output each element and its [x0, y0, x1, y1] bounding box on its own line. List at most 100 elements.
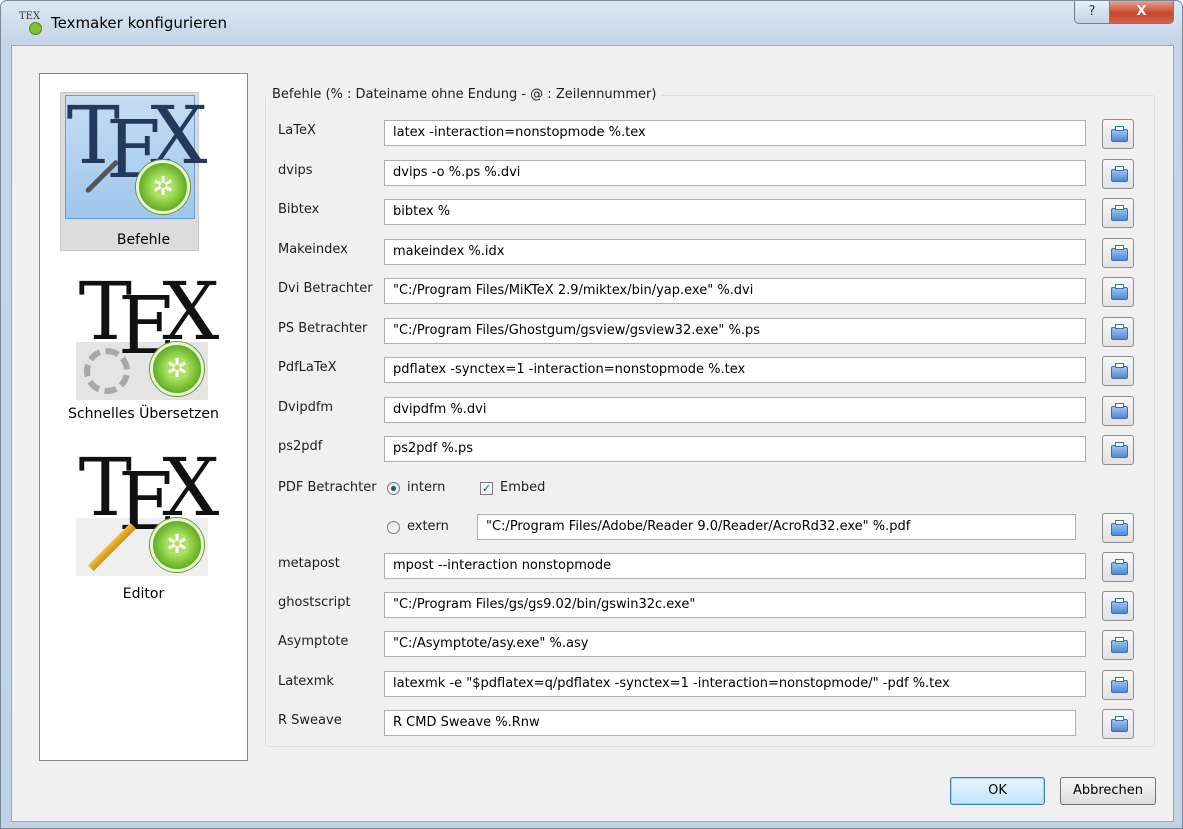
cancel-button[interactable]: Abbrechen — [1060, 777, 1156, 805]
ps2pdf-command-input[interactable]: ps2pdf %.ps — [384, 436, 1086, 462]
label-asymptote: Asymptote — [278, 634, 349, 649]
dvips-browse-button[interactable] — [1102, 159, 1134, 189]
row-pdf-viewer: PDF Betrachter intern ✓ Embed — [266, 477, 1154, 505]
tex-gears-icon: TEX ✲ — [76, 272, 219, 400]
open-folder-icon — [1111, 403, 1128, 419]
config-page-list[interactable]: TEX ✲ Befehle TEX ✲ Schnelles Übersetzen… — [39, 73, 248, 761]
open-folder-icon — [1111, 284, 1128, 300]
open-folder-icon — [1111, 166, 1128, 182]
open-folder-icon — [1111, 442, 1128, 458]
row-makeindex: Makeindex makeindex %.idx — [266, 238, 1154, 268]
pdf-viewer-intern-label[interactable]: intern — [407, 480, 445, 495]
open-folder-icon — [1111, 559, 1128, 575]
ps-viewer-browse-button[interactable] — [1102, 317, 1134, 347]
open-folder-icon — [1111, 637, 1128, 653]
asymptote-command-input[interactable]: "C:/Asymptote/asy.exe" %.asy — [384, 631, 1086, 657]
label-dvi-viewer: Dvi Betrachter — [278, 281, 373, 296]
tex-pencil-gear-icon: TEX ✲ — [76, 448, 219, 576]
row-dvipdfm: Dvipdfm dvipdfm %.dvi — [266, 396, 1154, 426]
dvipdfm-command-input[interactable]: dvipdfm %.dvi — [384, 397, 1086, 423]
label-ghostscript: ghostscript — [278, 595, 351, 610]
label-bibtex: Bibtex — [278, 202, 320, 217]
row-dvi-viewer: Dvi Betrachter "C:/Program Files/MiKTeX … — [266, 277, 1154, 307]
dialog-client-area: TEX ✲ Befehle TEX ✲ Schnelles Übersetzen… — [11, 45, 1174, 822]
close-button[interactable]: X — [1109, 1, 1174, 24]
ps2pdf-browse-button[interactable] — [1102, 435, 1134, 465]
pdflatex-browse-button[interactable] — [1102, 356, 1134, 386]
gear-icon: ✲ — [136, 160, 190, 214]
metapost-command-input[interactable]: mpost --interaction nonstopmode — [384, 553, 1086, 579]
page-item-editor[interactable]: TEX ✲ Editor — [40, 448, 247, 608]
label-metapost: metapost — [278, 556, 340, 571]
row-metapost: metapost mpost --interaction nonstopmode — [266, 552, 1154, 582]
open-folder-icon — [1111, 363, 1128, 379]
help-button[interactable]: ? — [1074, 1, 1110, 24]
dvi-viewer-command-input[interactable]: "C:/Program Files/MiKTeX 2.9/miktex/bin/… — [384, 278, 1086, 304]
pdf-viewer-intern-radio[interactable] — [387, 482, 400, 495]
row-pdflatex: PdfLaTeX pdflatex -synctex=1 -interactio… — [266, 356, 1154, 386]
dialog-window: TEX Texmaker konfigurieren ? X TEX ✲ Bef… — [0, 0, 1183, 829]
pdf-viewer-extern-input[interactable]: "C:/Program Files/Adobe/Reader 9.0/Reade… — [477, 514, 1076, 540]
row-ghostscript: ghostscript "C:/Program Files/gs/gs9.02/… — [266, 591, 1154, 621]
title-bar[interactable]: TEX Texmaker konfigurieren ? X — [1, 1, 1182, 45]
window-title: Texmaker konfigurieren — [51, 14, 228, 32]
pdf-viewer-embed-checkbox[interactable]: ✓ — [480, 482, 493, 495]
row-pdf-viewer-extern: extern "C:/Program Files/Adobe/Reader 9.… — [266, 513, 1154, 543]
makeindex-command-input[interactable]: makeindex %.idx — [384, 239, 1086, 265]
open-folder-icon — [1111, 324, 1128, 340]
label-dvipdfm: Dvipdfm — [278, 400, 334, 415]
row-latex: LaTeX latex -interaction=nonstopmode %.t… — [266, 119, 1154, 149]
ghostscript-browse-button[interactable] — [1102, 591, 1134, 621]
gear-icon: ✲ — [150, 518, 204, 572]
pdf-viewer-browse-button[interactable] — [1102, 513, 1134, 543]
row-asymptote: Asymptote "C:/Asymptote/asy.exe" %.asy — [266, 630, 1154, 660]
pdf-viewer-extern-radio[interactable] — [387, 521, 400, 534]
metapost-browse-button[interactable] — [1102, 552, 1134, 582]
bibtex-command-input[interactable]: bibtex % — [384, 199, 1086, 225]
label-dvips: dvips — [278, 163, 313, 178]
row-ps2pdf: ps2pdf ps2pdf %.ps — [266, 435, 1154, 465]
asymptote-browse-button[interactable] — [1102, 630, 1134, 660]
open-folder-icon — [1111, 520, 1128, 536]
label-rsweave: R Sweave — [278, 713, 342, 728]
texmaker-app-icon: TEX — [19, 12, 42, 35]
row-dvips: dvips dvips -o %.ps %.dvi — [266, 159, 1154, 189]
open-folder-icon — [1111, 126, 1128, 142]
ghostscript-command-input[interactable]: "C:/Program Files/gs/gs9.02/bin/gswin32c… — [384, 592, 1086, 618]
row-rsweave: R Sweave R CMD Sweave %.Rnw — [266, 709, 1154, 739]
row-ps-viewer: PS Betrachter "C:/Program Files/Ghostgum… — [266, 317, 1154, 347]
pdf-viewer-embed-label[interactable]: Embed — [500, 480, 545, 495]
pdf-viewer-extern-label[interactable]: extern — [407, 519, 449, 534]
open-folder-icon — [1111, 205, 1128, 221]
page-item-befehle[interactable]: TEX ✲ Befehle — [40, 92, 247, 252]
latexmk-command-input[interactable]: latexmk -e "$pdflatex=q/pdflatex -syncte… — [384, 671, 1086, 697]
dvips-command-input[interactable]: dvips -o %.ps %.dvi — [384, 160, 1086, 186]
label-latexmk: Latexmk — [278, 674, 334, 689]
label-makeindex: Makeindex — [278, 242, 348, 257]
label-ps2pdf: ps2pdf — [278, 439, 323, 454]
label-pdf-viewer: PDF Betrachter — [278, 480, 377, 495]
open-folder-icon — [1111, 716, 1128, 732]
makeindex-browse-button[interactable] — [1102, 238, 1134, 268]
open-folder-icon — [1111, 677, 1128, 693]
latex-browse-button[interactable] — [1102, 119, 1134, 149]
latex-command-input[interactable]: latex -interaction=nonstopmode %.tex — [384, 120, 1086, 146]
open-folder-icon — [1111, 245, 1128, 261]
ok-button[interactable]: OK — [950, 777, 1045, 805]
commands-group: Befehle (% : Dateiname ohne Endung - @ :… — [265, 87, 1155, 747]
ps-viewer-command-input[interactable]: "C:/Program Files/Ghostgum/gsview/gsview… — [384, 318, 1086, 344]
rsweave-command-input[interactable]: R CMD Sweave %.Rnw — [384, 710, 1076, 736]
dvipdfm-browse-button[interactable] — [1102, 396, 1134, 426]
latexmk-browse-button[interactable] — [1102, 670, 1134, 700]
rsweave-browse-button[interactable] — [1102, 709, 1134, 739]
label-ps-viewer: PS Betrachter — [278, 321, 368, 336]
group-title: Befehle (% : Dateiname ohne Endung - @ :… — [266, 87, 663, 102]
bibtex-browse-button[interactable] — [1102, 198, 1134, 228]
label-pdflatex: PdfLaTeX — [278, 360, 337, 375]
row-bibtex: Bibtex bibtex % — [266, 198, 1154, 228]
pdflatex-command-input[interactable]: pdflatex -synctex=1 -interaction=nonstop… — [384, 357, 1086, 383]
dvi-viewer-browse-button[interactable] — [1102, 277, 1134, 307]
gear-icon: ✲ — [150, 342, 204, 396]
label-latex: LaTeX — [278, 123, 316, 138]
page-item-schnelles-uebersetzen[interactable]: TEX ✲ Schnelles Übersetzen — [40, 270, 247, 430]
